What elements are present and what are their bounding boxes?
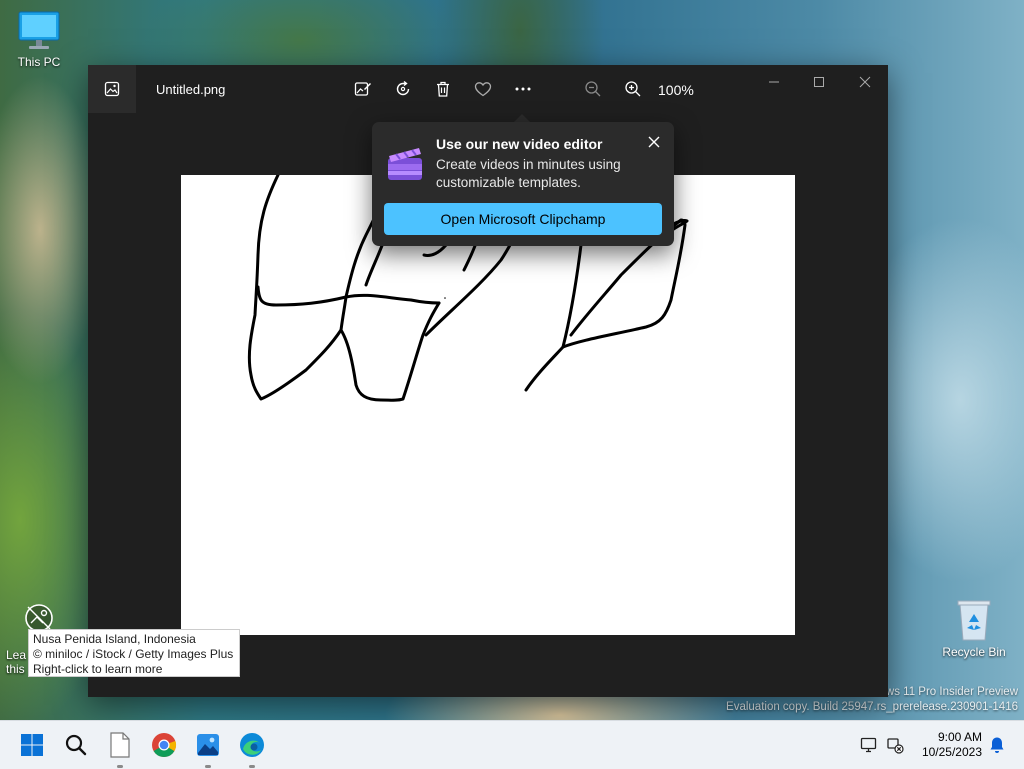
recycle-bin-desktop-icon[interactable]: Recycle Bin [937, 598, 1011, 659]
notifications-button[interactable] [984, 729, 1010, 761]
photos-app-icon [104, 81, 120, 97]
close-icon [648, 136, 660, 148]
this-pc-desktop-icon[interactable]: This PC [2, 10, 76, 69]
zoom-in-icon [625, 81, 641, 97]
zoom-out-button[interactable] [581, 77, 605, 101]
tooltip-location: Nusa Penida Island, Indonesia [33, 632, 196, 646]
bell-icon [990, 737, 1004, 753]
chrome-icon [152, 733, 177, 757]
recycle-bin-icon [957, 600, 991, 641]
title-bar: Untitled.png 100% [88, 65, 888, 113]
clock-date: 10/25/2023 [921, 745, 982, 759]
start-button[interactable] [16, 729, 48, 761]
taskbar-notepad[interactable] [104, 729, 136, 761]
edge-icon [240, 733, 264, 757]
tray-network-button[interactable] [881, 729, 909, 761]
teaching-tip-body: Create videos in minutes using customiza… [436, 157, 621, 190]
tooltip-hint: Right-click to learn more [33, 662, 163, 676]
recycle-bin-label: Recycle Bin [942, 645, 1006, 659]
learn-about-picture-label[interactable]: Lea this [6, 648, 26, 676]
teaching-tip-close-button[interactable] [644, 132, 664, 152]
delete-button[interactable] [431, 77, 455, 101]
zoom-in-button[interactable] [621, 77, 645, 101]
picture-info-tooltip: Nusa Penida Island, Indonesia © miniloc … [28, 629, 240, 677]
zoom-level[interactable]: 100% [658, 82, 694, 98]
tray-device-button[interactable] [855, 729, 883, 761]
minimize-icon [769, 81, 779, 83]
network-disconnected-icon [887, 738, 904, 754]
photos-app-button[interactable] [88, 65, 136, 113]
notepad-icon [110, 732, 130, 758]
maximize-icon [814, 77, 824, 87]
open-clipchamp-button[interactable]: Open Microsoft Clipchamp [384, 203, 662, 235]
heart-icon [474, 82, 492, 97]
tooltip-credit: © miniloc / iStock / Getty Images Plus [33, 647, 234, 661]
clock-time: 9:00 AM [937, 730, 982, 744]
minimize-button[interactable] [751, 69, 797, 95]
clock[interactable]: 9:00 AM 10/25/2023 [912, 730, 982, 760]
watermark-edition: ws 11 Pro Insider Preview [885, 686, 1018, 698]
search-icon [65, 734, 87, 756]
zoom-out-icon [585, 81, 601, 97]
search-button[interactable] [60, 729, 92, 761]
monitor-icon [18, 11, 60, 49]
watermark-build: Evaluation copy. Build 25947.rs_prerelea… [726, 701, 1018, 713]
learn-label-part1: Lea [6, 648, 27, 662]
delete-icon [437, 81, 449, 97]
taskbar: 9:00 AM 10/25/2023 [0, 720, 1024, 769]
rotate-button[interactable] [391, 77, 415, 101]
clipchamp-teaching-tip: Use our new video editor Create videos i… [372, 122, 674, 246]
taskbar-photos[interactable] [192, 729, 224, 761]
edit-image-button[interactable] [351, 77, 375, 101]
this-pc-label: This PC [17, 55, 61, 69]
rotate-icon [396, 80, 410, 96]
photos-icon [197, 734, 219, 756]
maximize-button[interactable] [796, 69, 842, 95]
start-icon [21, 734, 43, 756]
learn-label-part2: this [6, 662, 25, 676]
teaching-tip-caret [514, 114, 530, 122]
file-name: Untitled.png [156, 82, 226, 97]
edit-image-icon [354, 82, 371, 96]
more-options-button[interactable] [511, 77, 535, 101]
close-window-button[interactable] [842, 69, 888, 95]
favorite-button[interactable] [471, 77, 495, 101]
clipchamp-logo-icon [388, 148, 422, 180]
taskbar-chrome[interactable] [148, 729, 180, 761]
display-icon [860, 737, 877, 753]
taskbar-edge[interactable] [236, 729, 268, 761]
more-icon [515, 87, 531, 91]
teaching-tip-title: Use our new video editor [436, 136, 603, 152]
close-icon [859, 76, 871, 88]
